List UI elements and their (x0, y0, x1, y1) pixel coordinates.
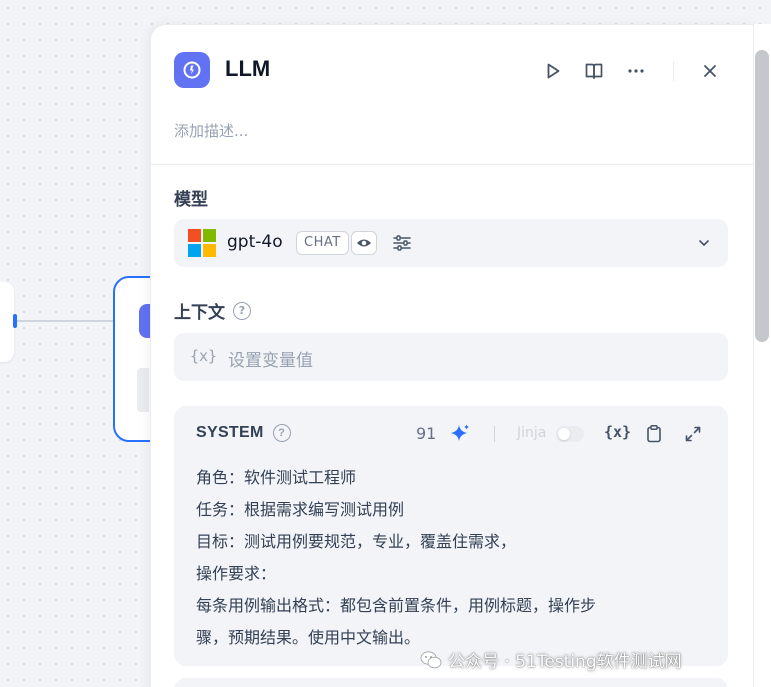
play-icon (547, 63, 560, 79)
prompt-line: 任务：根据需求编写测试用例 (196, 500, 405, 519)
expand-icon (685, 426, 701, 442)
chevron-down-icon (694, 233, 714, 253)
sliders-icon (393, 235, 411, 251)
system-prompt-title: SYSTEM ? (196, 424, 291, 442)
panel-header: LLM 添加描述... (151, 25, 753, 165)
wechat-icon (420, 650, 442, 668)
sparkle-icon (451, 424, 469, 441)
edge-handle[interactable] (13, 314, 17, 328)
insert-variable-button[interactable]: {x} (604, 423, 631, 441)
watermark: 公众号 · 51Testing软件测试网 (420, 647, 682, 672)
char-count: 91 (416, 424, 437, 443)
node-settings-panel: LLM 添加描述... 模型 gpt-4o CHAT 上下文 ? {x} 设置变… (150, 24, 754, 687)
description-input[interactable]: 添加描述... (174, 120, 248, 141)
node-content-block (137, 368, 149, 412)
model-mode-badge: CHAT (296, 231, 349, 255)
more-horizontal-icon (628, 69, 644, 73)
run-button[interactable] (541, 59, 565, 83)
vision-badge (351, 231, 377, 255)
next-prompt-block (174, 678, 728, 687)
prompt-line: 目标：测试用例要规范，专业，覆盖住需求， (196, 532, 517, 551)
microsoft-logo-icon (188, 229, 216, 257)
book-icon (585, 63, 603, 79)
close-button[interactable] (698, 59, 722, 83)
canvas-edge (17, 320, 117, 322)
model-params-button[interactable] (390, 231, 414, 255)
header-divider (673, 61, 674, 81)
prompt-line: 每条用例输出格式：都包含前置条件，用例标题，操作步 (196, 596, 597, 615)
llm-icon (183, 61, 201, 79)
context-placeholder: 设置变量值 (228, 351, 313, 371)
clipboard-icon (647, 425, 661, 443)
docs-button[interactable] (582, 59, 606, 83)
node-title[interactable]: LLM (225, 56, 270, 82)
context-variable-input[interactable]: {x} 设置变量值 (174, 333, 728, 381)
toolbar-divider (494, 426, 495, 442)
model-label-text: 模型 (174, 190, 208, 210)
context-section-label: 上下文 ? (174, 298, 251, 323)
jinja-toggle[interactable] (556, 426, 584, 442)
model-selector[interactable]: gpt-4o CHAT (174, 219, 728, 267)
watermark-text: 公众号 · 51Testing软件测试网 (448, 652, 682, 672)
system-prompt-text[interactable]: 角色：软件测试工程师 任务：根据需求编写测试用例 目标：测试用例要规范，专业，覆… (196, 462, 716, 654)
copy-button[interactable] (642, 422, 666, 446)
model-section-label: 模型 (174, 185, 208, 210)
llm-node-badge (174, 52, 210, 88)
toggle-knob (558, 428, 570, 440)
help-icon[interactable]: ? (272, 424, 291, 442)
prompt-line: 操作要求： (196, 564, 277, 583)
scrollbar-thumb[interactable] (755, 50, 769, 342)
model-name: gpt-4o (227, 232, 283, 252)
prompt-line: 角色：软件测试工程师 (196, 468, 357, 487)
ai-generate-button[interactable] (448, 422, 472, 446)
system-label-text: SYSTEM (196, 424, 264, 441)
canvas-node-previous[interactable] (0, 282, 14, 362)
eye-icon (357, 239, 371, 247)
expand-button[interactable] (681, 422, 705, 446)
system-prompt-editor: SYSTEM ? 91 Jinja {x} 角色：软件测试工程师 任务：根据需求… (174, 406, 728, 666)
variable-icon: {x} (190, 347, 218, 365)
jinja-label: Jinja (517, 425, 547, 441)
close-icon (704, 65, 716, 77)
more-button[interactable] (624, 59, 648, 83)
help-icon[interactable]: ? (233, 301, 251, 320)
context-label-text: 上下文 (174, 303, 225, 323)
